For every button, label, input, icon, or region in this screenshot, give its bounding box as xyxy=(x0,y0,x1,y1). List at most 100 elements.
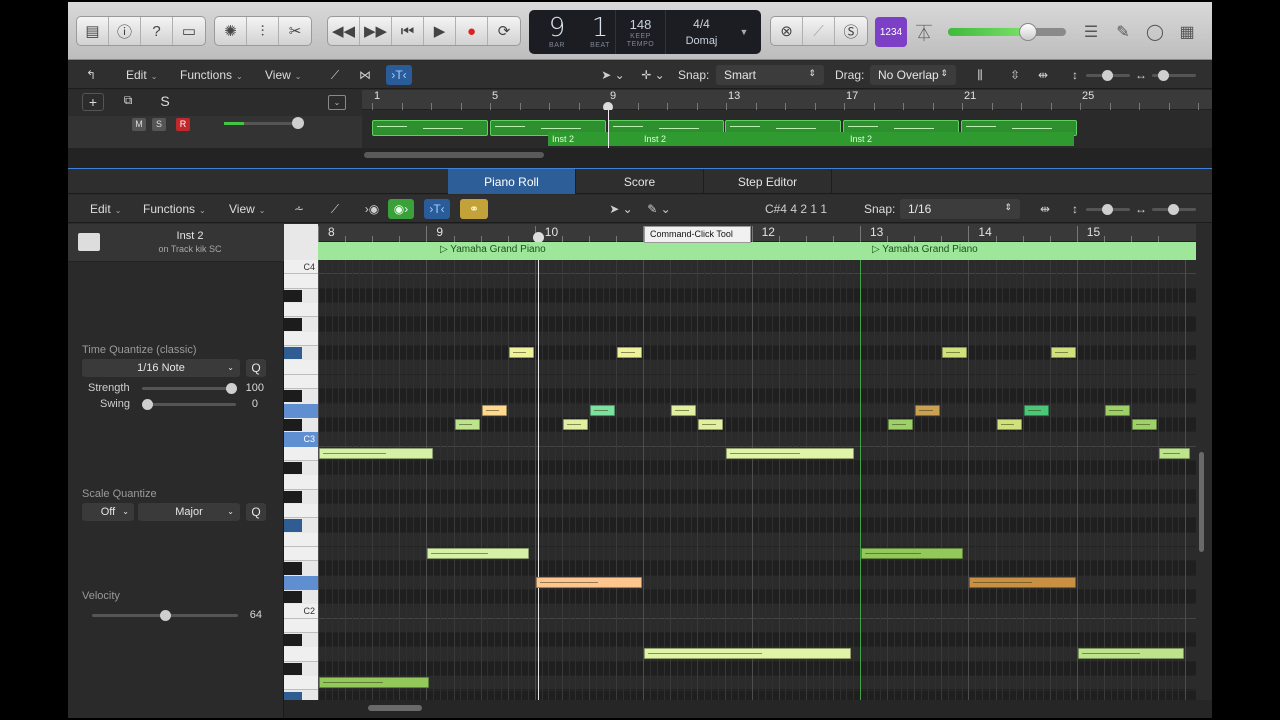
pointer-tool-menu[interactable]: ➤ ⌄ xyxy=(596,65,630,85)
highlighted-key[interactable] xyxy=(284,575,318,591)
tuner-button[interactable]: ⟋ xyxy=(803,17,835,45)
tracks-hzoom-track[interactable] xyxy=(1152,70,1196,81)
midi-note[interactable] xyxy=(969,576,1076,588)
tab-score[interactable]: Score xyxy=(576,169,704,194)
play-button[interactable]: ▶ xyxy=(424,17,456,45)
roll-view-menu[interactable]: View ⌄ xyxy=(229,202,266,216)
white-key[interactable] xyxy=(284,676,318,691)
scale-quantize-mode-select[interactable]: Major ⌄ xyxy=(138,503,240,521)
piano-roll-ruler[interactable]: 89101112131415 xyxy=(318,224,1196,243)
midi-note[interactable] xyxy=(915,404,941,416)
forward-button[interactable]: ▶▶ xyxy=(360,17,392,45)
midi-note[interactable] xyxy=(427,548,530,559)
black-key[interactable] xyxy=(284,318,302,331)
scale-quantize-q-button[interactable]: Q xyxy=(246,503,266,521)
solo-button[interactable]: S xyxy=(152,118,166,131)
master-volume-slider[interactable] xyxy=(948,23,1066,41)
midi-note[interactable] xyxy=(617,347,643,359)
midi-note[interactable] xyxy=(725,447,854,459)
tracks-snap-select[interactable]: Smart ⇕ xyxy=(716,65,824,85)
midi-note[interactable] xyxy=(861,548,964,559)
record-button[interactable]: ● xyxy=(456,17,488,45)
master-volume-knob[interactable] xyxy=(1019,23,1038,41)
black-key[interactable] xyxy=(284,662,302,676)
replace-button[interactable]: ⊗ xyxy=(771,17,803,45)
black-key[interactable] xyxy=(284,390,302,403)
white-key[interactable] xyxy=(284,360,318,375)
midi-note[interactable] xyxy=(644,648,852,660)
duplicate-track-button[interactable]: ⧉ xyxy=(118,93,138,111)
scale-quantize-off-select[interactable]: Off ⌄ xyxy=(82,503,134,521)
piano-roll-horizontal-scrollbar[interactable] xyxy=(368,705,422,711)
midi-note[interactable] xyxy=(454,418,480,430)
catch-button[interactable]: ›T‹ xyxy=(386,65,412,85)
highlighted-key[interactable] xyxy=(284,347,302,360)
roll-edit-menu[interactable]: Edit ⌄ xyxy=(90,202,121,216)
smart-controls-button[interactable]: ✺ xyxy=(215,17,247,45)
browser-button[interactable]: ▦ xyxy=(1174,20,1200,44)
waveform-zoom-icon[interactable]: ⫼ xyxy=(968,65,992,85)
roll-pointer-tool-menu[interactable]: ➤ ⌄ xyxy=(604,199,638,219)
white-key[interactable] xyxy=(284,446,318,461)
piano-keyboard[interactable]: C4 C3 C2 xyxy=(284,224,318,718)
time-quantize-q-button[interactable]: Q xyxy=(246,359,266,377)
record-enable-button[interactable]: R xyxy=(176,118,190,131)
track-region[interactable] xyxy=(372,120,488,136)
black-key[interactable] xyxy=(284,562,302,575)
black-key[interactable] xyxy=(284,490,302,503)
strength-slider[interactable] xyxy=(142,383,237,394)
filter-tracks-button[interactable]: ⌄ xyxy=(328,95,346,110)
highlighted-key[interactable] xyxy=(284,403,318,418)
lcd-display[interactable]: 9 BAR 1 BEAT 148 KEEP TEMPO 4/4 Domaj ▼ xyxy=(529,10,761,54)
midi-note[interactable] xyxy=(508,347,534,359)
midi-filter-icon[interactable]: ⩪ xyxy=(288,199,310,219)
white-key[interactable] xyxy=(284,618,318,634)
black-key[interactable] xyxy=(284,461,302,475)
white-key[interactable] xyxy=(284,331,318,347)
white-key[interactable] xyxy=(284,503,318,519)
link-button[interactable]: ⚭ xyxy=(460,199,488,219)
midi-in-button[interactable]: ›◉ xyxy=(360,199,384,219)
tracks-edit-menu[interactable]: Edit ⌄ xyxy=(126,68,157,82)
roll-functions-menu[interactable]: Functions ⌄ xyxy=(143,202,206,216)
midi-note[interactable] xyxy=(1104,404,1130,416)
piano-roll-vertical-scrollbar[interactable] xyxy=(1199,452,1204,552)
white-key[interactable] xyxy=(284,547,318,562)
quick-help-button[interactable]: ? xyxy=(141,17,173,45)
black-key[interactable] xyxy=(284,289,302,303)
rewind-button[interactable]: ◀◀ xyxy=(328,17,360,45)
midi-note[interactable] xyxy=(888,418,914,430)
go-to-start-button[interactable]: ⏮ xyxy=(392,17,424,45)
midi-note[interactable] xyxy=(942,347,968,359)
count-in-button[interactable]: 1234 xyxy=(875,17,907,47)
roll-catch-button[interactable]: ›T‹ xyxy=(424,199,450,219)
tracks-vzoom-track[interactable] xyxy=(1086,70,1130,81)
tracks-ruler[interactable]: 1 5 9 13 17 21 25 xyxy=(362,90,1212,112)
inspector-button[interactable]: ⓘ xyxy=(109,17,141,45)
midi-note[interactable] xyxy=(1132,418,1158,430)
black-key[interactable] xyxy=(284,418,302,432)
region-name-1[interactable]: ▷ Yamaha Grand Piano xyxy=(440,244,546,255)
list-editors-button[interactable]: ☰ xyxy=(1078,20,1104,44)
track-volume-knob[interactable] xyxy=(292,117,304,129)
tracks-horizontal-scrollbar[interactable] xyxy=(364,152,544,158)
piano-roll-grid[interactable] xyxy=(318,260,1196,700)
midi-out-button[interactable]: ◉› xyxy=(388,199,414,219)
midi-note[interactable] xyxy=(698,418,724,430)
toolbar-button[interactable]: ▭ xyxy=(173,17,205,45)
cycle-button[interactable]: ⟳ xyxy=(488,17,520,45)
midi-note[interactable] xyxy=(1077,648,1185,660)
midi-note[interactable] xyxy=(1050,347,1076,359)
roll-vzoom-track[interactable] xyxy=(1086,204,1130,215)
midi-note[interactable] xyxy=(671,404,697,416)
midi-note[interactable] xyxy=(1023,404,1049,416)
region-header-bar[interactable]: ▷ Yamaha Grand Piano ▷ Yamaha Grand Pian… xyxy=(318,242,1196,260)
midi-note[interactable] xyxy=(1159,447,1190,459)
velocity-knob[interactable] xyxy=(160,610,171,621)
mixer-button[interactable]: ⫶ xyxy=(247,17,279,45)
crosshair-tool-menu[interactable]: ✛ ⌄ xyxy=(636,65,670,85)
tracks-drag-select[interactable]: No Overlap ⇕ xyxy=(870,65,956,85)
roll-fit-horizontal-icon[interactable]: ⇹ xyxy=(1034,199,1056,219)
highlighted-key[interactable] xyxy=(284,519,302,532)
track-volume-slider[interactable] xyxy=(224,117,304,129)
